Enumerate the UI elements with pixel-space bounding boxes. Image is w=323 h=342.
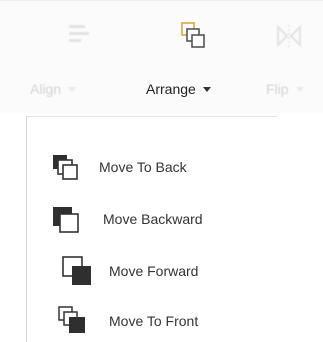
arrange-dropdown-screen: Align Arrange Flip Move To Back Move Bac… — [0, 0, 323, 342]
move-forward-icon — [62, 256, 91, 285]
flip-button[interactable]: Flip — [262, 1, 323, 113]
arrange-icon — [181, 22, 205, 48]
ribbon-toolbar: Align Arrange Flip — [0, 0, 323, 113]
align-label: Align — [30, 81, 77, 97]
menu-item-label: Move To Front — [109, 313, 199, 329]
chevron-down-icon — [202, 86, 211, 92]
chevron-down-icon — [295, 86, 304, 92]
menu-item-move-to-back[interactable]: Move To Back — [51, 149, 251, 189]
move-to-back-icon — [53, 155, 78, 180]
move-backward-icon — [53, 207, 79, 233]
menu-item-move-forward[interactable]: Move Forward — [61, 253, 261, 293]
align-icon — [69, 25, 89, 42]
arrange-label: Arrange — [146, 81, 211, 97]
chevron-down-icon — [68, 86, 77, 92]
menu-item-label: Move To Back — [99, 159, 187, 175]
menu-item-label: Move Backward — [103, 211, 203, 227]
menu-item-label: Move Forward — [109, 263, 199, 279]
menu-item-move-to-front[interactable]: Move To Front — [57, 303, 257, 342]
menu-item-move-backward[interactable]: Move Backward — [51, 201, 261, 241]
flip-icon — [277, 24, 301, 48]
arrange-dropdown-menu: Move To Back Move Backward Move Forward — [26, 116, 277, 342]
move-to-front-icon — [58, 306, 85, 333]
flip-label: Flip — [266, 81, 304, 97]
align-button[interactable]: Align — [20, 1, 130, 113]
arrange-button[interactable]: Arrange — [140, 1, 255, 113]
